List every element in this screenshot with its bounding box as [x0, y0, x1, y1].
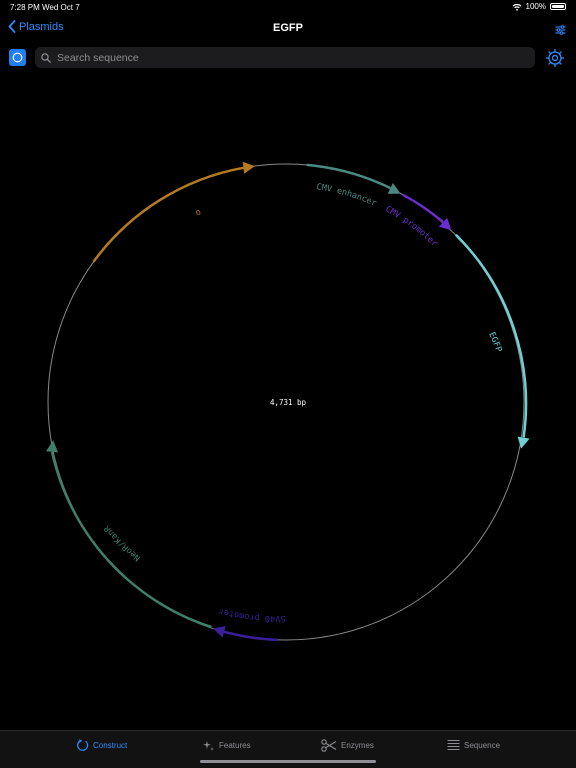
feature-arrow-neo-kan: [46, 440, 58, 453]
circle-arrow-icon: [76, 739, 89, 751]
feature-arc-sv40-promoter[interactable]: [223, 630, 278, 642]
feature-label-ori: ori: [0, 80, 202, 218]
page-title: EGFP: [273, 22, 303, 34]
tab-construct-label: Construct: [93, 741, 128, 750]
sliders-icon: [555, 25, 566, 35]
feature-label-egfp: EGFP: [486, 331, 503, 354]
back-button-label: Plasmids: [19, 20, 64, 33]
feature-label-sv40-promoter-text: SV40 promoter: [218, 606, 286, 624]
feature-label-cmv-enhancer-text: CMV enhancer: [316, 182, 378, 209]
tab-features-label: Features: [219, 741, 251, 750]
feature-label-sv40-promoter: SV40 promoter: [218, 606, 286, 624]
search-bar: [35, 47, 535, 68]
home-indicator[interactable]: [200, 760, 376, 763]
sparkles-icon: [203, 741, 214, 751]
navigation-bar: Plasmids EGFP: [0, 16, 576, 40]
tab-sequence[interactable]: Sequence: [447, 739, 500, 751]
feature-label-neo-kan-text: NeoR/KanR: [102, 523, 143, 563]
tab-features[interactable]: Features: [202, 739, 251, 752]
status-bar: 7:28 PM Wed Oct 7 100%: [0, 0, 576, 14]
feature-arc-ori[interactable]: [92, 166, 244, 263]
tab-construct[interactable]: Construct: [76, 739, 127, 752]
feature-label-ori-text: ori: [0, 80, 202, 218]
feature-arc-neo-kan[interactable]: [50, 451, 212, 629]
sequence-length-label: 4,731 bp: [270, 398, 307, 407]
tab-enzymes[interactable]: Enzymes: [321, 739, 374, 752]
chevron-left-icon: [8, 20, 16, 33]
battery-icon: [550, 3, 566, 10]
feature-label-cmv-enhancer: CMV enhancer: [316, 182, 378, 209]
feature-label-neo-kan: NeoR/KanR: [102, 523, 143, 563]
tab-sequence-label: Sequence: [464, 740, 501, 750]
feature-arrow-ori: [242, 161, 255, 174]
plasmid-map[interactable]: ori CMV enhancer CMV promoter EGFP SV40 …: [0, 80, 576, 730]
search-input[interactable]: [55, 50, 519, 65]
battery-percent: 100%: [525, 2, 546, 11]
search-icon: [41, 52, 51, 63]
circle-icon: [12, 52, 23, 63]
display-options-button[interactable]: [555, 22, 566, 40]
scissors-icon: [321, 739, 337, 752]
feature-arrow-sv40-promoter: [213, 626, 226, 638]
back-button[interactable]: Plasmids: [8, 20, 64, 33]
circular-view-toggle[interactable]: [9, 49, 26, 66]
lines-icon: [447, 740, 460, 750]
tab-enzymes-label: Enzymes: [341, 741, 374, 750]
wifi-icon: [512, 3, 521, 11]
feature-label-egfp-text: EGFP: [486, 331, 503, 354]
settings-button[interactable]: [545, 48, 565, 73]
status-time: 7:28 PM: [10, 3, 40, 12]
gear-icon: [546, 49, 564, 67]
status-indicators: 100%: [512, 2, 566, 11]
status-date: Wed Oct 7: [42, 3, 80, 12]
